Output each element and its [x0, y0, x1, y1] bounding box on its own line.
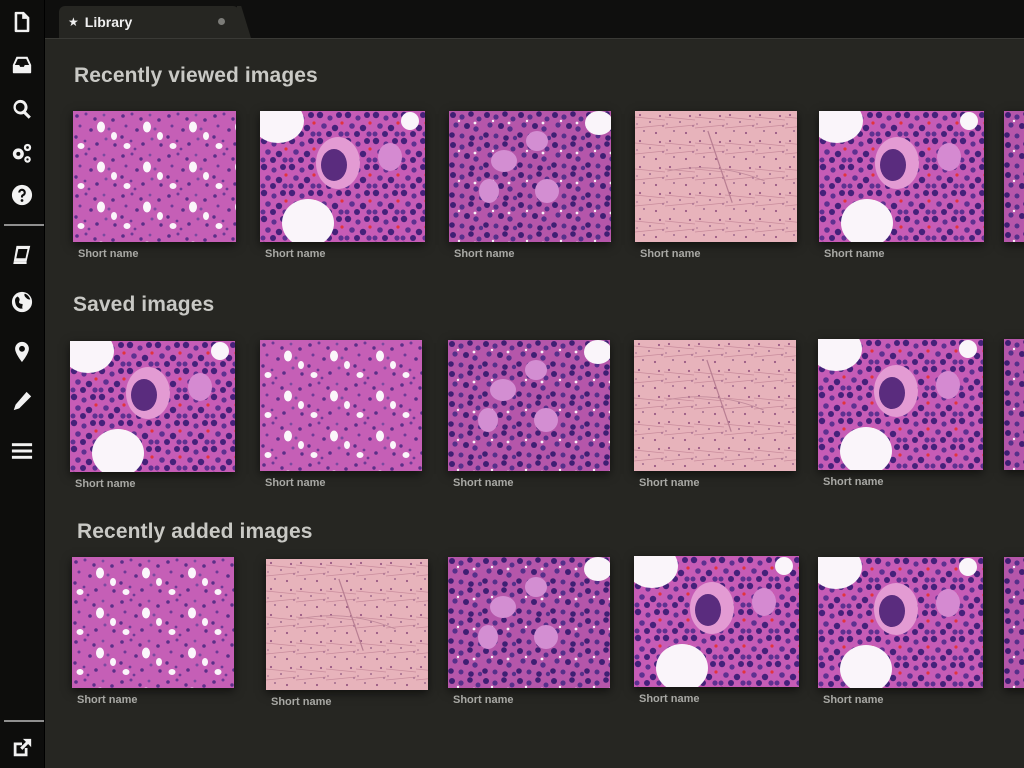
image-thumbnail-card[interactable]: Short name — [266, 559, 428, 708]
image-caption: Short name — [271, 696, 332, 708]
sidebar — [0, 0, 45, 768]
tab-close-dot[interactable] — [218, 18, 225, 25]
image-thumbnail-card[interactable]: Short name — [634, 340, 796, 489]
image-caption: Short name — [454, 248, 515, 260]
tissue-image — [70, 341, 235, 472]
image-thumbnail-card[interactable]: Short name — [260, 111, 425, 260]
tissue-image — [260, 340, 422, 471]
image-thumbnail-card[interactable]: Short name — [819, 111, 984, 260]
inbox-icon — [12, 56, 32, 74]
globe-icon — [11, 291, 33, 313]
tab-label: Library — [84, 14, 133, 30]
image-caption: Short name — [639, 693, 700, 705]
image-caption: Short name — [823, 694, 884, 706]
tissue-image — [1004, 339, 1024, 470]
search-button[interactable] — [7, 94, 37, 124]
tab-bar: ★ Library — [45, 0, 1024, 39]
image-thumbnail-card[interactable]: Short name — [818, 339, 983, 488]
image-caption: Short name — [453, 477, 514, 489]
search-icon — [13, 99, 31, 119]
sidebar-divider — [4, 720, 44, 722]
map-marker-icon — [15, 341, 29, 363]
tissue-image — [260, 111, 425, 242]
image-thumbnail-card[interactable]: Short name — [448, 340, 610, 489]
tissue-image — [818, 339, 983, 470]
image-thumbnail-card[interactable] — [1004, 557, 1024, 688]
image-thumbnail-card[interactable]: Short name — [634, 556, 799, 705]
image-thumbnail-card[interactable]: Short name — [448, 557, 610, 706]
tissue-image — [635, 111, 797, 242]
section-title: Recently viewed images — [74, 64, 318, 87]
new-file-button[interactable] — [7, 7, 37, 37]
tissue-image — [449, 111, 611, 242]
tissue-image — [448, 340, 610, 471]
image-thumbnail-card[interactable]: Short name — [449, 111, 611, 260]
help-icon — [11, 184, 33, 206]
image-caption: Short name — [453, 694, 514, 706]
menu-button[interactable] — [7, 436, 37, 466]
tissue-image — [266, 559, 428, 690]
image-caption: Short name — [265, 248, 326, 260]
gears-icon — [12, 143, 32, 163]
atlas-button[interactable] — [7, 287, 37, 317]
external-link-icon — [13, 738, 32, 757]
image-thumbnail-card[interactable]: Short name — [73, 111, 236, 260]
tissue-image — [634, 340, 796, 471]
section-title: Saved images — [73, 293, 215, 316]
tissue-image — [819, 111, 984, 242]
tissue-image — [73, 111, 236, 242]
image-thumbnail-card[interactable]: Short name — [818, 557, 983, 706]
pencil-icon — [13, 391, 32, 411]
help-button[interactable] — [7, 180, 37, 210]
external-link-button[interactable] — [7, 733, 37, 763]
image-caption: Short name — [640, 248, 701, 260]
image-thumbnail-card[interactable] — [1004, 111, 1024, 242]
menu-icon — [11, 443, 33, 459]
image-caption: Short name — [823, 476, 884, 488]
tissue-image — [818, 557, 983, 688]
image-caption: Short name — [639, 477, 700, 489]
section-title: Recently added images — [77, 520, 313, 543]
image-caption: Short name — [265, 477, 326, 489]
tissue-image — [634, 556, 799, 687]
tissue-image — [1004, 557, 1024, 688]
image-thumbnail-card[interactable]: Short name — [70, 341, 235, 490]
image-thumbnail-card[interactable]: Short name — [260, 340, 422, 489]
library-button[interactable] — [7, 240, 37, 270]
image-thumbnail-card[interactable]: Short name — [72, 557, 234, 706]
file-icon — [14, 11, 30, 33]
image-caption: Short name — [75, 478, 136, 490]
settings-button[interactable] — [7, 138, 37, 168]
tissue-image — [72, 557, 234, 688]
image-caption: Short name — [78, 248, 139, 260]
tissue-image — [448, 557, 610, 688]
annotate-button[interactable] — [7, 386, 37, 416]
image-thumbnail-card[interactable]: Short name — [635, 111, 797, 260]
image-thumbnail-card[interactable] — [1004, 339, 1024, 470]
inbox-button[interactable] — [7, 50, 37, 80]
image-caption: Short name — [77, 694, 138, 706]
star-icon: ★ — [68, 15, 79, 29]
location-button[interactable] — [7, 337, 37, 367]
tab-library[interactable]: ★ Library — [59, 6, 239, 38]
book-icon — [13, 245, 31, 264]
image-caption: Short name — [824, 248, 885, 260]
tissue-image — [1004, 111, 1024, 242]
sidebar-divider — [4, 224, 44, 226]
